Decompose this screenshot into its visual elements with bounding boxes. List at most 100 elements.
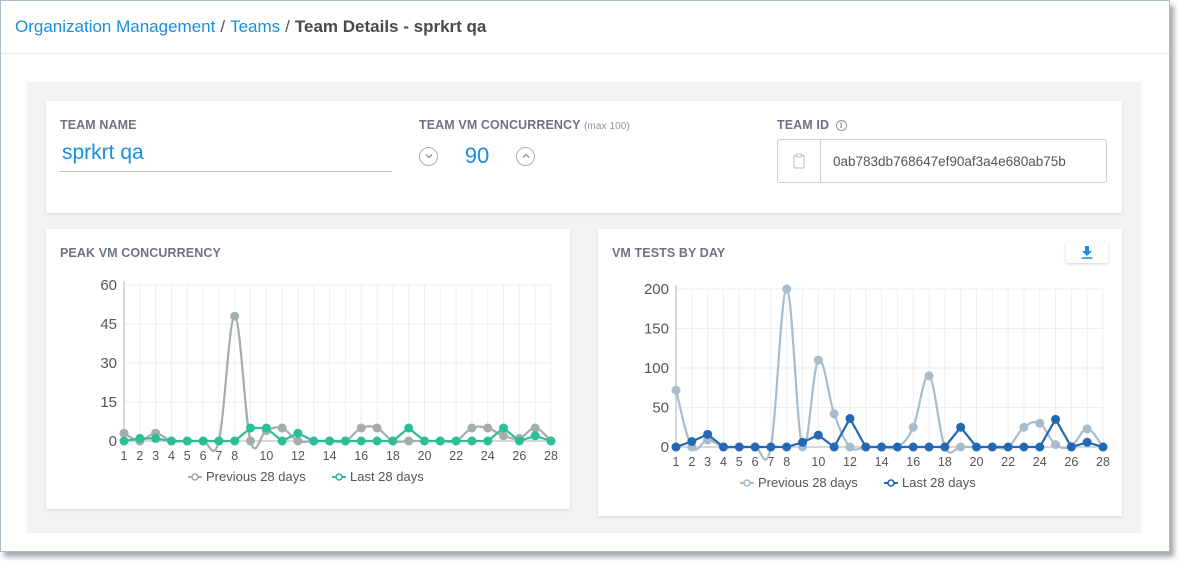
x-tick-label: 4 (720, 455, 727, 469)
x-tick-label: 14 (323, 449, 337, 463)
data-point-last (419, 436, 429, 446)
x-tick-label: 8 (231, 449, 238, 463)
data-point-last (230, 436, 240, 446)
copy-id-button[interactable] (778, 140, 821, 182)
data-point-previous (1082, 424, 1092, 434)
data-point-last (182, 436, 192, 446)
y-tick-label: 50 (652, 400, 669, 417)
data-point-previous (119, 428, 129, 438)
chevron-up-icon (522, 153, 529, 158)
x-tick-label: 24 (1033, 455, 1047, 469)
data-point-last (198, 436, 208, 446)
data-point-last (435, 436, 445, 446)
data-point-previous (813, 355, 823, 365)
team-concurrency-label: TEAM VM CONCURRENCY (max 100) (419, 118, 630, 132)
y-tick-label: 30 (100, 355, 117, 372)
y-tick-label: 100 (644, 360, 669, 377)
legend-marker-icon (191, 473, 199, 481)
data-point-last (845, 414, 855, 424)
y-tick-label: 0 (109, 433, 117, 450)
x-tick-label: 20 (418, 449, 432, 463)
x-tick-label: 3 (152, 449, 159, 463)
x-tick-label: 5 (736, 455, 743, 469)
data-point-last (325, 436, 335, 446)
data-point-last (119, 436, 129, 446)
team-id-value[interactable]: 0ab783db768647ef90af3a4e680ab75b (821, 140, 1066, 182)
data-point-last (483, 436, 493, 446)
data-point-last (908, 442, 918, 452)
data-point-last (356, 436, 366, 446)
data-point-previous (1051, 440, 1061, 450)
data-point-last (829, 442, 839, 452)
legend-label: Last 28 days (902, 475, 976, 490)
x-tick-label: 16 (906, 455, 920, 469)
legend-item-previous: Previous 28 days (740, 475, 858, 490)
data-point-previous (908, 422, 918, 432)
data-point-last (766, 442, 776, 452)
data-point-last (451, 436, 461, 446)
vm-tests-by-day-card: VM TESTS BY DAY 0 50 100 150 200 1 2 3 4 5 6 7 8 10 12… (598, 229, 1122, 516)
breadcrumb-separator: / (220, 17, 226, 36)
data-point-last (687, 436, 697, 446)
legend-marker-icon (743, 479, 751, 487)
series-line-previous (674, 287, 1104, 461)
data-point-last (293, 428, 303, 438)
data-point-previous (845, 442, 855, 452)
legend-item-last: Last 28 days (332, 469, 424, 484)
x-tick-label: 22 (449, 449, 463, 463)
data-point-last (277, 436, 287, 446)
x-tick-label: 26 (1064, 455, 1078, 469)
decrement-button[interactable] (419, 146, 438, 166)
data-point-last (671, 442, 681, 452)
data-point-last (987, 442, 997, 452)
y-tick-label: 45 (100, 316, 117, 333)
data-point-previous (1019, 422, 1029, 432)
data-point-last (151, 433, 161, 443)
data-point-previous (956, 442, 966, 452)
chevron-down-icon (425, 154, 432, 159)
data-point-last (782, 442, 792, 452)
data-point-last (404, 423, 414, 433)
data-point-previous (293, 436, 303, 446)
info-icon[interactable]: i (835, 120, 847, 131)
x-tick-label: 4 (168, 449, 175, 463)
legend-label: Previous 28 days (758, 475, 858, 490)
data-point-last (546, 436, 556, 446)
team-concurrency-field: TEAM VM CONCURRENCY (max 100) 90 (419, 118, 630, 169)
x-tick-label: 2 (688, 455, 695, 469)
data-point-previous (246, 436, 256, 446)
team-name-input[interactable]: sprkrt qa (60, 141, 392, 172)
data-point-last (734, 442, 744, 452)
data-point-last (340, 436, 350, 446)
data-point-last (861, 442, 871, 452)
data-point-last (135, 433, 145, 443)
data-point-last (1003, 442, 1013, 452)
x-tick-label: 18 (938, 455, 952, 469)
data-point-last (514, 436, 524, 446)
x-tick-label: 3 (704, 455, 711, 469)
x-tick-label: 2 (136, 449, 143, 463)
vm-tests-by-day-chart: 0501001502001 2 3 4 5 6 7 8 10 12 14 16 18 20 22 24 26 28… (644, 281, 1110, 490)
data-point-previous (356, 423, 366, 433)
breadcrumb-teams[interactable]: Teams (230, 17, 280, 37)
breadcrumb-organization-management[interactable]: Organization Management (15, 17, 215, 37)
y-tick-label: 15 (100, 394, 117, 411)
legend-marker-icon (335, 473, 343, 481)
data-point-previous (404, 436, 414, 446)
data-point-last (892, 442, 902, 452)
data-point-last (309, 436, 319, 446)
concurrency-stepper: 90 (419, 143, 630, 169)
breadcrumb: Organization Management / Teams / Team D… (1, 1, 1169, 54)
data-point-last (499, 423, 509, 433)
increment-button[interactable] (516, 146, 535, 166)
data-point-last (956, 422, 966, 432)
data-point-last (1066, 442, 1076, 452)
data-point-last (166, 436, 176, 446)
data-point-last (388, 436, 398, 446)
data-point-last (1082, 437, 1092, 447)
x-tick-label: 16 (354, 449, 368, 463)
page-title: Team Details - sprkrt qa (294, 17, 487, 36)
data-point-last (261, 423, 271, 433)
concurrency-max-hint: (max 100) (583, 121, 630, 132)
app-window: Organization Management / Teams / Team D… (0, 0, 1170, 552)
